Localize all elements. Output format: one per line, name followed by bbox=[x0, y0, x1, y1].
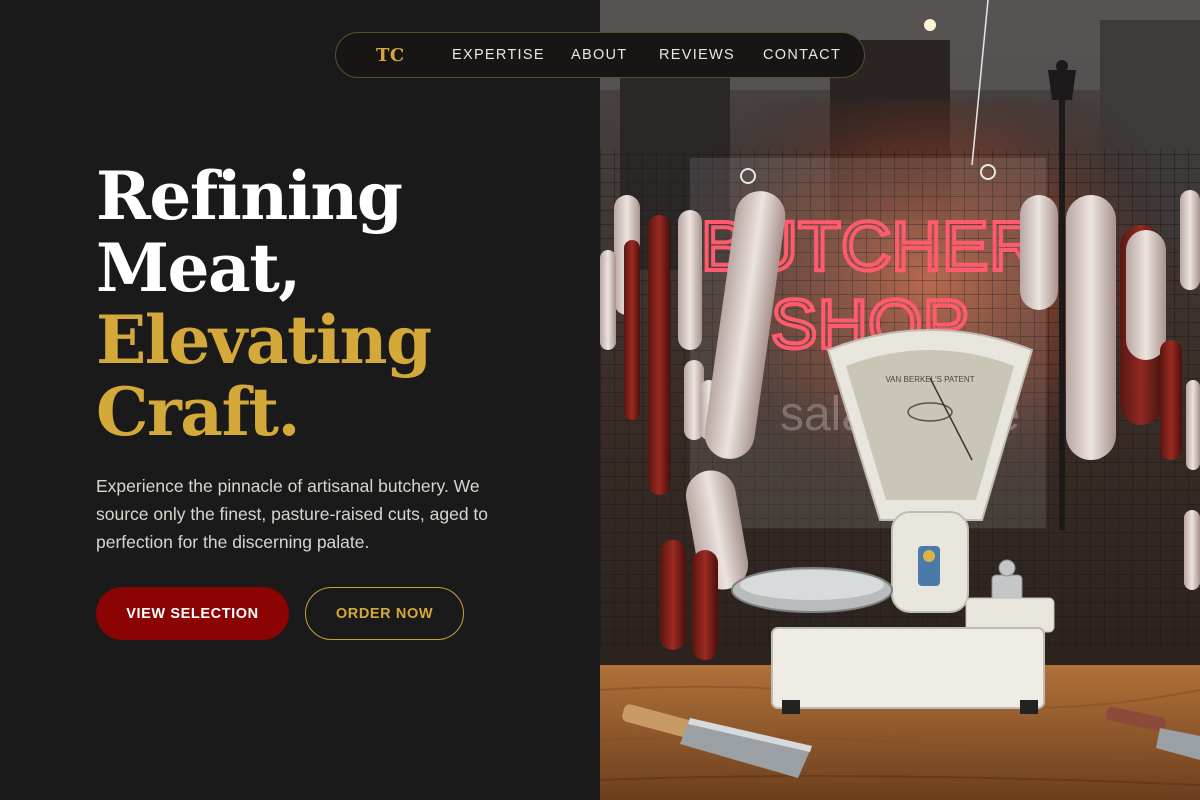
headline-line-2: Meat, bbox=[96, 229, 301, 307]
logo[interactable]: TC bbox=[376, 45, 405, 66]
hero-headline: Refining Meat, Elevating Craft. bbox=[96, 157, 432, 451]
butcher-shop-illustration: BUTCHER SHOP salami love bbox=[600, 0, 1200, 800]
top-navigation: TC EXPERTISE ABOUT REVIEWS CONTACT bbox=[335, 32, 865, 78]
headline-line-3: Elevating bbox=[96, 301, 432, 379]
view-selection-button[interactable]: VIEW SELECTION bbox=[96, 587, 289, 640]
nav-link-reviews[interactable]: REVIEWS bbox=[659, 47, 735, 63]
hero-panel: Refining Meat, Elevating Craft. Experien… bbox=[0, 0, 600, 800]
nav-link-expertise[interactable]: EXPERTISE bbox=[452, 47, 545, 63]
headline-line-1: Refining bbox=[96, 157, 403, 235]
nav-link-about[interactable]: ABOUT bbox=[571, 47, 627, 63]
hero-photo-butcher-shop: BUTCHER SHOP salami love bbox=[600, 0, 1200, 800]
headline-line-4: Craft. bbox=[96, 373, 300, 451]
nav-link-contact[interactable]: CONTACT bbox=[763, 47, 841, 63]
order-now-button[interactable]: ORDER NOW bbox=[305, 587, 464, 640]
hero-description: Experience the pinnacle of artisanal but… bbox=[96, 476, 489, 552]
